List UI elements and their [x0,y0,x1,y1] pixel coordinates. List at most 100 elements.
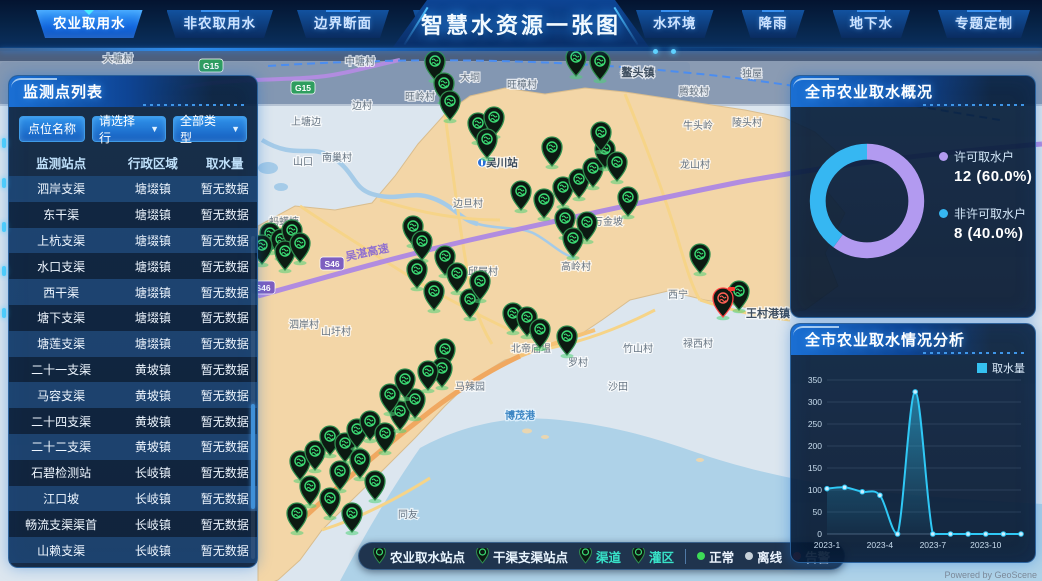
point-name-input[interactable] [19,116,85,142]
svg-text:100: 100 [808,485,822,495]
table-cell: 上杭支渠 [9,232,113,249]
table-row[interactable]: 石碧检测站长岐镇暂无数据 [9,460,257,486]
intake-analysis-header: 全市农业取水情况分析 [791,324,1035,355]
map-legend-item[interactable]: 灌区 [632,547,674,566]
donut-chart [801,126,933,276]
table-cell: 暂无数据 [193,180,257,197]
header-tab[interactable]: 地下水 [833,10,911,38]
status-dot-icon [745,552,753,560]
header-tab[interactable]: 农业取用水 [36,10,143,38]
header-tab[interactable]: 专题定制 [938,10,1030,38]
table-row[interactable]: 马容支渠黄坡镇暂无数据 [9,382,257,408]
svg-text:300: 300 [808,397,822,407]
table-row[interactable]: 江口坡长岐镇暂无数据 [9,486,257,512]
table-cell: 塘㙍镇 [113,335,192,352]
col-intake: 取水量 [193,153,257,172]
table-row[interactable]: 山赖支渠长岐镇暂无数据 [9,537,257,563]
table-body: 泗岸支渠塘㙍镇暂无数据东干渠塘㙍镇暂无数据上杭支渠塘㙍镇暂无数据水口支渠塘㙍镇暂… [9,176,257,563]
svg-text:250: 250 [808,419,822,429]
app-title-container: 智慧水资源一张图 [393,0,649,47]
map-label: 同友 [398,508,418,521]
region-select-value: 请选择行 [99,112,145,146]
table-cell: 暂无数据 [193,464,257,481]
region-select[interactable]: 请选择行 ▼ [92,116,166,142]
map-legend-item[interactable]: 渠道 [579,547,621,566]
table-cell: 塘㙍镇 [113,206,192,223]
map-legend-label: 渠道 [596,547,621,566]
map-legend-item[interactable]: 干渠支渠站点 [476,547,568,566]
table-cell: 暂无数据 [193,361,257,378]
table-cell: 长岐镇 [113,542,192,559]
map-label: 边村 [352,99,372,112]
header-tab[interactable]: 水环境 [636,10,714,38]
road-shield: G15 [199,59,223,72]
monitor-list-panel: 监测点列表 请选择行 ▼ 全部类型 ▼ 监测站点 行政区域 取水量 泗岸支渠塘㙍… [8,75,258,568]
header-tab[interactable]: 降雨 [742,10,805,38]
table-row[interactable]: 二十二支渠黄坡镇暂无数据 [9,434,257,460]
table-row[interactable]: 上杭支渠塘㙍镇暂无数据 [9,228,257,254]
map-label: 龙山村 [680,158,710,171]
intake-analysis-title: 全市农业取水情况分析 [805,329,965,350]
table-row[interactable]: 塘下支渠塘㙍镇暂无数据 [9,305,257,331]
table-cell: 塘㙍镇 [113,258,192,275]
table-row[interactable]: 东干渠塘㙍镇暂无数据 [9,202,257,228]
header-tab[interactable]: 边界断面 [297,10,389,38]
table-cell: 长岐镇 [113,464,192,481]
scrollbar-thumb[interactable] [251,404,255,509]
map-label: 西宁 [668,288,688,301]
map-legend-item[interactable]: 农业取水站点 [373,547,465,566]
legend-divider [685,549,686,564]
decor-dot [653,49,658,54]
map-label: 泗岸村 [289,318,319,331]
map-label: 旺樟村 [507,78,537,91]
status-legend-item[interactable]: 正常 [697,547,734,566]
edge-decor [2,138,6,148]
table-cell: 塘㙍镇 [113,180,192,197]
legend-pin-icon [373,548,386,564]
table-row[interactable]: 泗岸支渠塘㙍镇暂无数据 [9,176,257,202]
table-cell: 暂无数据 [193,258,257,275]
table-row[interactable]: 畅流支渠渠首长岐镇暂无数据 [9,511,257,537]
table-cell: 东干渠 [9,206,113,223]
table-row[interactable]: 二十四支渠黄坡镇暂无数据 [9,408,257,434]
map-label: 边旦村 [453,197,483,210]
map-label: 牛头岭 [683,119,713,132]
status-label: 离线 [757,547,782,566]
map-label: 旺岭村 [405,90,435,103]
map-label: 上塘边 [291,115,321,128]
table-cell: 塘㙍镇 [113,284,192,301]
intake-analysis-panel: 全市农业取水情况分析 取水量 0501001502002503003502023… [790,323,1036,563]
series-value: 12 (60.0%) [939,168,1032,185]
table-row[interactable]: 西干渠塘㙍镇暂无数据 [9,279,257,305]
header-divider [0,48,1042,51]
svg-text:S46: S46 [324,259,339,269]
col-station: 监测站点 [9,153,113,172]
table-row[interactable]: 塘莲支渠塘㙍镇暂无数据 [9,331,257,357]
map-label: 中塘村 [345,55,375,68]
table-cell: 江口坡 [9,490,113,507]
table-row[interactable]: 水口支渠塘㙍镇暂无数据 [9,253,257,279]
donut-legend-item[interactable]: 许可取水户12 (60.0%) [939,148,1032,185]
legend-pin-icon [632,548,645,564]
svg-text:G15: G15 [203,61,219,71]
table-header: 监测站点 行政区域 取水量 [9,149,257,176]
intake-overview-title: 全市农业取水概况 [805,81,933,102]
table-row[interactable]: 二十一支渠黄坡镇暂无数据 [9,357,257,383]
table-cell: 暂无数据 [193,309,257,326]
map-label: 禄西村 [683,337,713,350]
map-label: 陵头村 [732,116,762,129]
type-select[interactable]: 全部类型 ▼ [173,116,247,142]
header-tab[interactable]: 非农取用水 [167,10,274,38]
map-label: 罗村 [568,356,588,369]
series-value: 8 (40.0%) [939,225,1032,242]
donut-legend-item[interactable]: 非许可取水户8 (40.0%) [939,205,1032,242]
table-cell: 暂无数据 [193,516,257,533]
table-cell: 马容支渠 [9,387,113,404]
intake-overview-panel: 全市农业取水概况 许可取水户12 (60.0%) 非许可取水户8 (40.0%) [790,75,1036,318]
map-label: 大垌 [460,71,480,84]
type-select-value: 全部类型 [180,112,226,146]
svg-text:2023-7: 2023-7 [920,540,947,550]
table-cell: 二十四支渠 [9,413,113,430]
status-legend-item[interactable]: 离线 [745,547,782,566]
map-label: 竹山村 [623,342,653,355]
